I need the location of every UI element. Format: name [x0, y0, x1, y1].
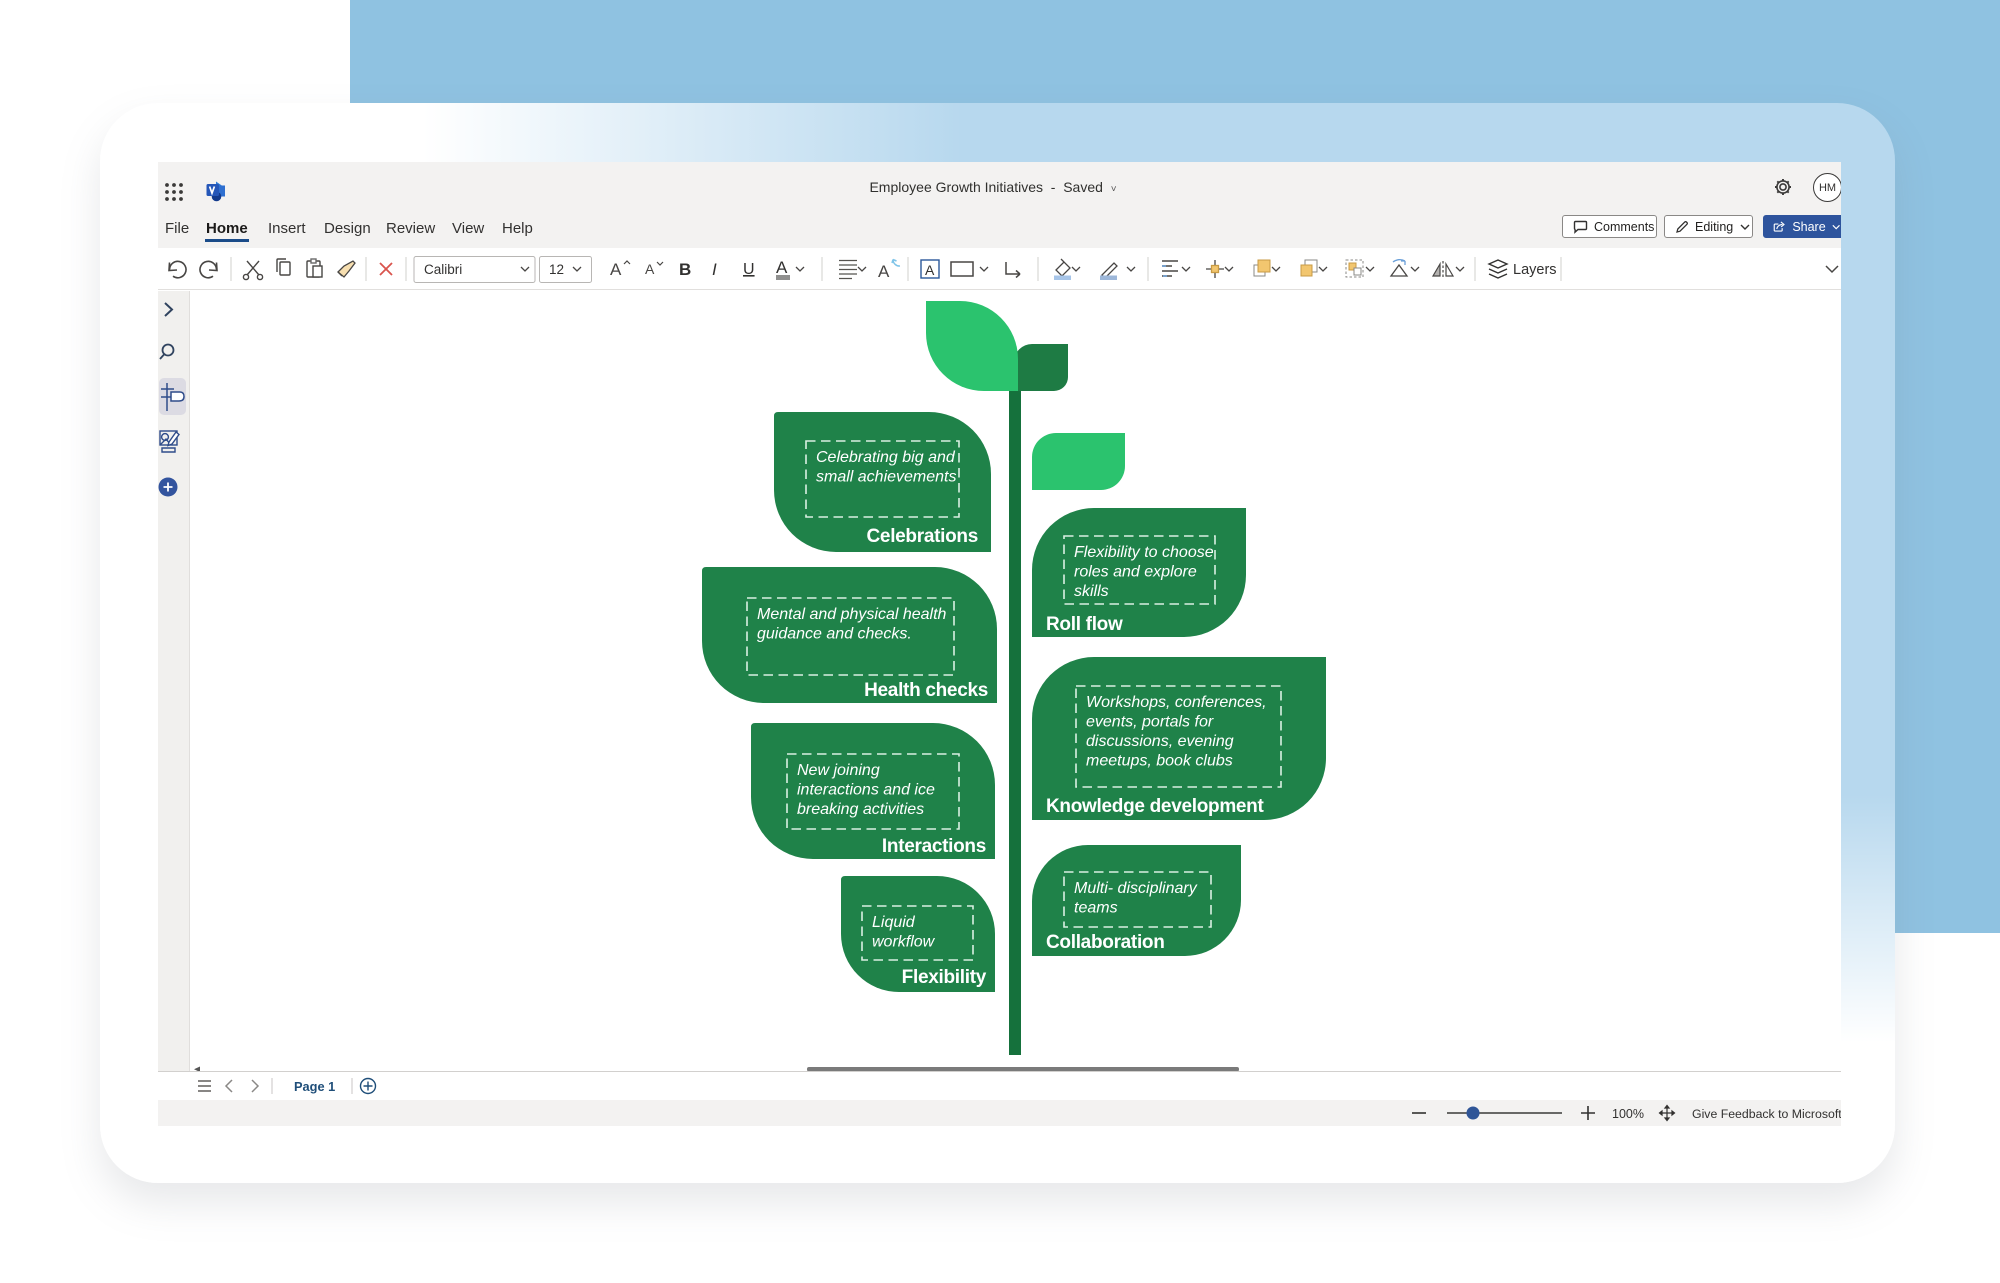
svg-text:Interactions: Interactions	[882, 836, 986, 857]
svg-text:Flexibility: Flexibility	[902, 967, 987, 988]
svg-text:skills: skills	[1074, 583, 1109, 600]
svg-text:A: A	[776, 258, 788, 277]
svg-text:A: A	[878, 262, 890, 281]
svg-text:I: I	[712, 260, 717, 279]
svg-text:12: 12	[549, 262, 564, 277]
svg-text:Mental and physical health: Mental and physical health	[757, 606, 947, 623]
svg-text:small achievements: small achievements	[816, 469, 957, 486]
svg-text:A: A	[925, 262, 935, 278]
svg-text:interactions and ice: interactions and ice	[797, 782, 935, 799]
svg-text:workflow: workflow	[872, 934, 936, 951]
svg-text:Celebrating big and: Celebrating big and	[816, 449, 956, 466]
svg-text:Calibri: Calibri	[424, 262, 462, 277]
svg-text:A: A	[610, 260, 622, 279]
svg-text:Liquid: Liquid	[872, 914, 916, 931]
svg-text:Knowledge development: Knowledge development	[1046, 796, 1264, 817]
svg-text:Layers: Layers	[1513, 262, 1557, 278]
svg-text:Roll flow: Roll flow	[1046, 614, 1123, 635]
svg-text:discussions, evening: discussions, evening	[1086, 733, 1234, 750]
svg-text:meetups, book clubs: meetups, book clubs	[1086, 753, 1233, 770]
svg-text:A: A	[645, 261, 655, 277]
svg-text:Workshops, conferences,: Workshops, conferences,	[1086, 694, 1267, 711]
svg-text:B: B	[679, 260, 691, 279]
svg-text:100%: 100%	[1612, 1107, 1644, 1121]
svg-text:breaking activities: breaking activities	[797, 801, 924, 818]
svg-text:guidance and checks.: guidance and checks.	[757, 626, 912, 643]
svg-text:New joining: New joining	[797, 762, 880, 779]
svg-text:teams: teams	[1074, 900, 1118, 917]
svg-text:Page 1: Page 1	[294, 1079, 335, 1094]
svg-text:Give Feedback to Microsoft: Give Feedback to Microsoft	[1692, 1107, 1841, 1121]
svg-text:roles and explore: roles and explore	[1074, 564, 1197, 581]
svg-text:Flexibility to choose: Flexibility to choose	[1074, 544, 1214, 561]
svg-text:U: U	[743, 261, 755, 278]
svg-text:Health checks: Health checks	[864, 680, 988, 701]
svg-text:Collaboration: Collaboration	[1046, 932, 1165, 953]
svg-text:Multi- disciplinary: Multi- disciplinary	[1074, 880, 1198, 897]
svg-text:events, portals for: events, portals for	[1086, 714, 1214, 731]
svg-text:Celebrations: Celebrations	[867, 526, 979, 547]
